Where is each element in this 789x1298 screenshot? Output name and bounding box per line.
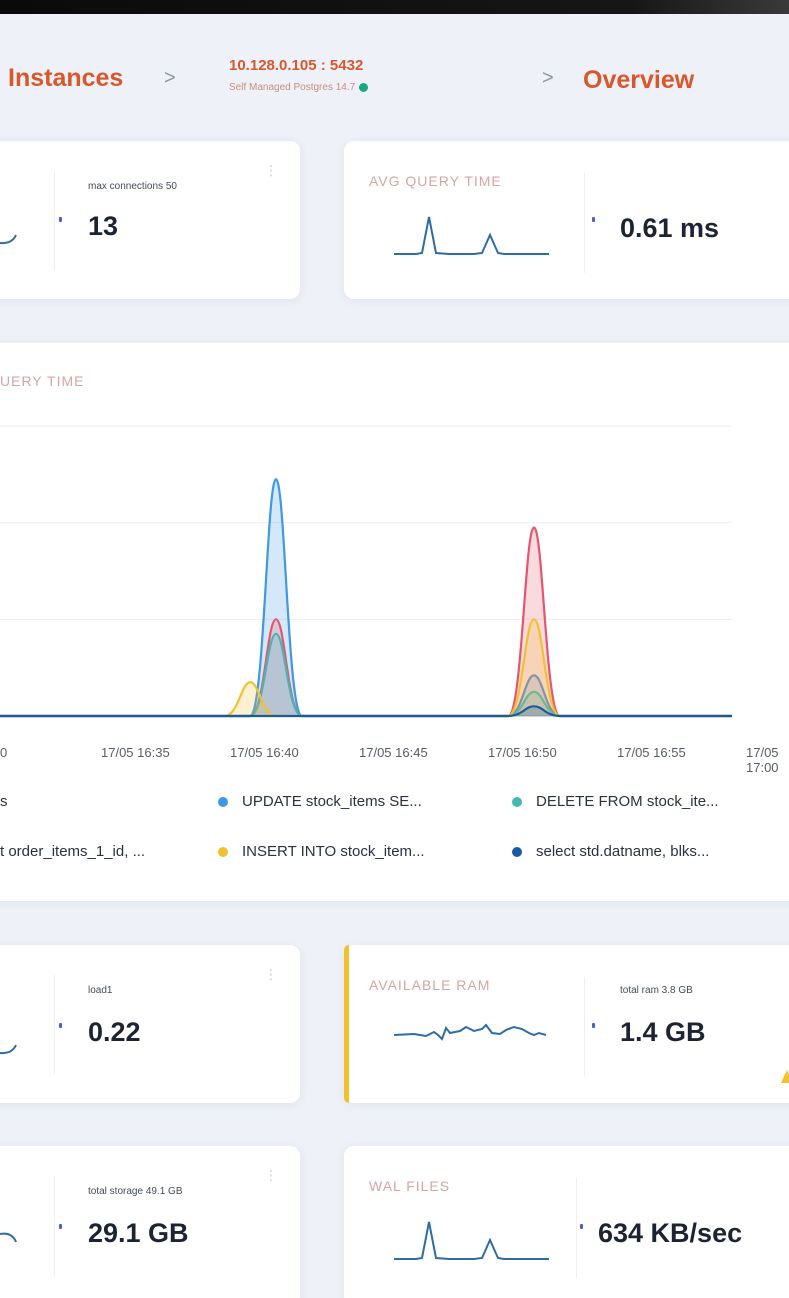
more-options-icon[interactable]: ⋮ <box>264 967 278 981</box>
storage-card: total storage 49.1 GB 29.1 GB ⋮ <box>0 1146 300 1298</box>
top-bar <box>0 0 789 14</box>
chart-series-area <box>0 705 732 718</box>
card-divider <box>576 1178 577 1278</box>
value-marker-icon <box>59 1023 62 1028</box>
host-subtitle: Self Managed Postgres 14.7 <box>229 82 369 93</box>
load-sparkline <box>0 1044 17 1055</box>
legend-item[interactable]: UPDATE stock_items SE... <box>218 793 422 810</box>
breadcrumb: Instances > 10.128.0.105 : 5432 Self Man… <box>0 52 789 112</box>
value-marker-icon <box>592 1023 595 1028</box>
x-tick-label: 17/05 16:55 <box>617 745 686 760</box>
legend-label: s <box>0 793 8 810</box>
x-tick-label: 17/05 17:00 <box>746 745 779 775</box>
max-connections-label: max connections 50 <box>88 181 177 192</box>
legend-label: t order_items_1_id, ... <box>0 843 146 860</box>
legend-dot-icon <box>218 846 228 857</box>
storage-value: 29.1 GB <box>88 1218 189 1248</box>
legend-item[interactable]: t order_items_1_id, ... <box>0 843 145 860</box>
legend-item[interactable]: s <box>0 793 8 810</box>
value-marker-icon <box>580 1224 583 1229</box>
avg-query-time-sparkline <box>394 216 549 255</box>
available-ram-sparkline <box>394 1023 547 1041</box>
legend-item[interactable]: DELETE FROM stock_ite... <box>512 793 719 810</box>
breadcrumb-host-link[interactable]: 10.128.0.105 : 5432 <box>229 57 363 74</box>
available-ram-label: AVAILABLE RAM <box>369 977 491 993</box>
load-card: load1 0.22 ⋮ <box>0 945 300 1103</box>
more-options-icon[interactable]: ⋮ <box>264 163 278 177</box>
chart-series-area <box>0 618 732 718</box>
query-time-title: UERY TIME <box>0 373 85 389</box>
wal-files-value: 634 KB/sec <box>598 1218 743 1248</box>
wal-files-sparkline <box>394 1221 549 1260</box>
legend-item[interactable]: INSERT INTO stock_item... <box>218 843 425 860</box>
host-type-label: Self Managed Postgres 14.7 <box>229 82 356 93</box>
legend-dot-icon <box>512 846 522 857</box>
chart-series-area <box>0 478 732 718</box>
avg-query-time-card: AVG QUERY TIME 0.61 ms <box>344 141 789 299</box>
legend-dot-icon <box>218 796 228 807</box>
wal-files-label: WAL FILES <box>369 1178 451 1194</box>
x-tick-label: 17/05 16:50 <box>488 745 557 760</box>
value-marker-icon <box>592 217 595 222</box>
value-marker-icon <box>59 217 62 222</box>
query-time-chart <box>0 425 732 718</box>
status-ok-icon <box>359 83 369 92</box>
total-ram-label: total ram 3.8 GB <box>620 985 693 996</box>
card-divider <box>584 173 585 273</box>
chevron-right-icon: > <box>542 67 554 89</box>
card-divider <box>54 975 55 1075</box>
x-tick-label: 17/05 16:40 <box>230 745 299 760</box>
chart-series-area <box>0 526 732 718</box>
legend-label: INSERT INTO stock_item... <box>242 843 425 860</box>
x-tick-label: 17/05 16:45 <box>359 745 428 760</box>
x-tick-label: 17/05 16:35 <box>101 745 170 760</box>
warning-triangle-icon <box>781 1070 789 1083</box>
storage-sparkline <box>0 1232 17 1243</box>
x-tick-label: 0 <box>0 745 8 760</box>
connections-value: 13 <box>88 211 119 241</box>
legend-label: select std.datname, blks... <box>536 843 710 860</box>
avg-query-time-value: 0.61 ms <box>620 213 720 243</box>
wal-files-card: WAL FILES 634 KB/sec <box>344 1146 789 1298</box>
card-divider <box>584 977 585 1077</box>
legend-label: DELETE FROM stock_ite... <box>536 793 719 810</box>
card-divider <box>54 1176 55 1276</box>
load1-label: load1 <box>88 985 113 996</box>
legend-item[interactable]: select std.datname, blks... <box>512 843 709 860</box>
chart-series-area <box>0 632 732 718</box>
warning-accent <box>344 945 349 1103</box>
chevron-right-icon: > <box>164 67 176 89</box>
available-ram-value: 1.4 GB <box>620 1017 706 1047</box>
more-options-icon[interactable]: ⋮ <box>264 1168 278 1182</box>
legend-dot-icon <box>512 796 522 807</box>
connections-sparkline <box>0 234 17 245</box>
legend-label: UPDATE stock_items SE... <box>242 793 422 810</box>
total-storage-label: total storage 49.1 GB <box>88 1186 183 1197</box>
connections-card: max connections 50 13 ⋮ <box>0 141 300 299</box>
breadcrumb-instances-link[interactable]: Instances <box>8 64 123 93</box>
load-value: 0.22 <box>88 1017 141 1047</box>
avg-query-time-label: AVG QUERY TIME <box>369 173 502 189</box>
value-marker-icon <box>59 1224 62 1229</box>
breadcrumb-overview[interactable]: Overview <box>583 66 694 95</box>
card-divider <box>54 171 55 271</box>
available-ram-card: AVAILABLE RAM total ram 3.8 GB 1.4 GB <box>344 945 789 1103</box>
